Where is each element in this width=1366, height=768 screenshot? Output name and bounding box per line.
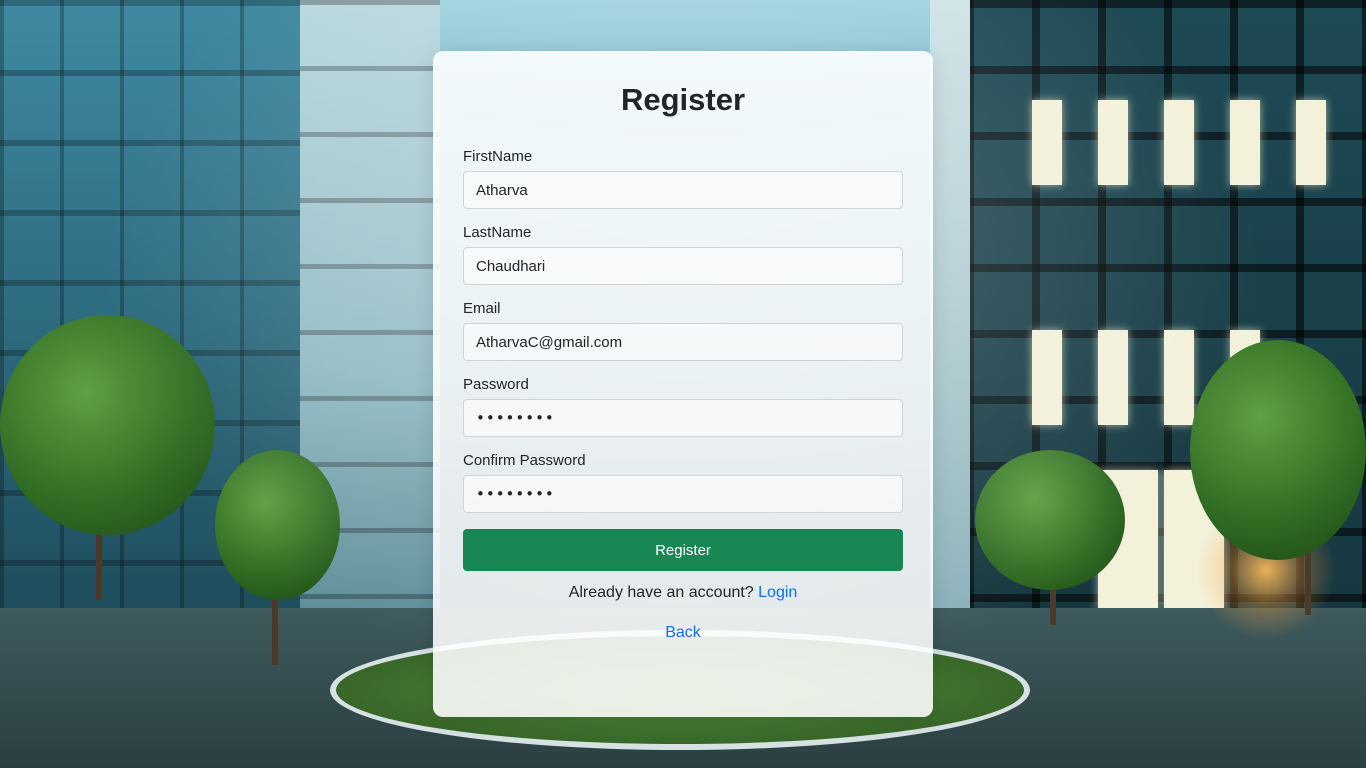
login-prompt-row: Already have an account? Login [463,583,903,603]
confirm-password-group: Confirm Password [463,451,903,513]
back-row: Back [463,623,903,643]
password-input[interactable] [463,399,903,437]
last-name-input[interactable] [463,247,903,285]
email-group: Email [463,299,903,361]
confirm-password-input[interactable] [463,475,903,513]
first-name-label: FirstName [463,148,533,165]
confirm-password-label: Confirm Password [463,452,586,469]
page-title: Register [620,82,746,117]
first-name-group: FirstName [463,147,903,209]
first-name-input[interactable] [463,171,903,209]
login-link[interactable]: Login [758,584,797,601]
register-button[interactable]: Register [463,529,903,571]
register-card: Register FirstName LastName Email Passwo… [433,51,933,717]
back-link[interactable]: Back [665,624,701,641]
login-prompt-text: Already have an account? [568,584,754,601]
email-input[interactable] [463,323,903,361]
last-name-label: LastName [463,224,532,241]
last-name-group: LastName [463,223,903,285]
email-label: Email [463,300,501,317]
password-group: Password [463,375,903,437]
password-label: Password [463,376,529,393]
